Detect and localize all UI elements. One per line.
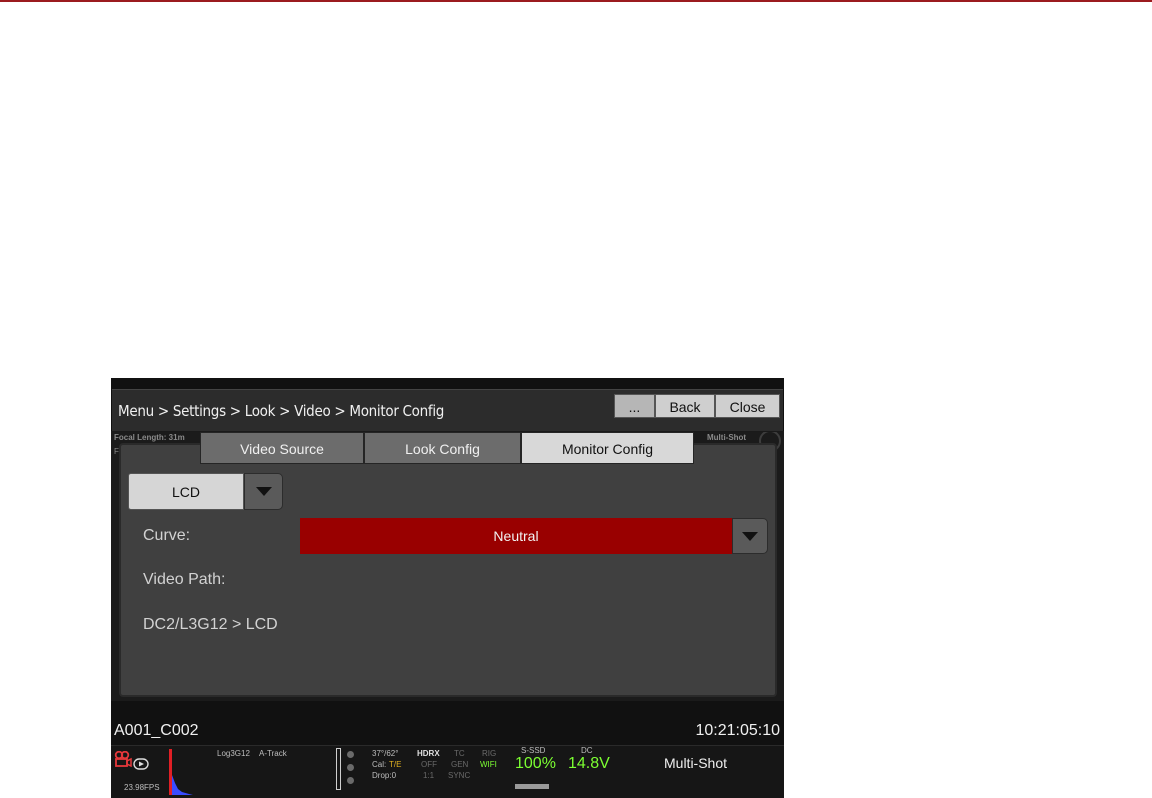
status-bar: 23.98FPS Log3G12 A-Track 37°/62° Cal: T/…: [111, 745, 784, 798]
media-label: S-SSD: [521, 746, 546, 755]
menu-header: Menu > Settings > Look > Video > Monitor…: [112, 389, 783, 432]
indicator-dot: [347, 764, 354, 771]
hdrx-ratio: 1:1: [423, 771, 435, 780]
mode-overlay: Multi-Shot: [707, 433, 747, 442]
temperature-readout: 37°/62°: [372, 749, 399, 758]
hdrx-label: HDRX: [417, 749, 440, 758]
tab-look-config[interactable]: Look Config: [364, 432, 521, 464]
wifi-status: WIFI: [480, 760, 497, 769]
indicator-dot: [347, 777, 354, 784]
device-dropdown-button[interactable]: [244, 473, 283, 510]
drop-readout: Drop:0: [372, 771, 397, 780]
tab-bar: Video Source Look Config Monitor Config: [200, 432, 694, 464]
focal-length-overlay: Focal Length: 31m: [114, 433, 185, 442]
tab-video-source[interactable]: Video Source: [200, 432, 364, 464]
histogram-icon: [169, 749, 193, 795]
video-path-value: DC2/L3G12 > LCD: [143, 616, 278, 633]
back-button[interactable]: Back: [655, 394, 715, 418]
rig-label: RIG: [482, 749, 497, 758]
voltage-readout: 14.8V: [568, 755, 610, 772]
more-button[interactable]: ...: [614, 394, 655, 418]
monitor-device-select[interactable]: LCD: [128, 473, 283, 510]
tc-value: GEN: [451, 760, 469, 769]
media-badge: [515, 784, 549, 789]
tab-monitor-config[interactable]: Monitor Config: [521, 432, 694, 464]
indicator-dot: [347, 751, 354, 758]
record-camera-icon[interactable]: [114, 751, 132, 767]
close-button[interactable]: Close: [715, 394, 780, 418]
fps-readout: 23.98FPS: [124, 783, 160, 792]
tc-label: TC: [454, 749, 465, 758]
curve-label: Curve:: [143, 527, 191, 544]
hdrx-value: OFF: [421, 760, 437, 769]
top-rule: [0, 0, 1152, 2]
track-readout: A-Track: [259, 749, 287, 758]
monitor-device-value[interactable]: LCD: [128, 473, 244, 510]
video-path-label: Video Path:: [143, 571, 226, 588]
timecode: 10:21:05:10: [695, 722, 780, 739]
play-icon[interactable]: [133, 758, 149, 770]
chevron-down-icon: [255, 487, 272, 496]
cal-value: T/E: [389, 760, 402, 769]
camera-screen: Focal Length: 31m F Multi-Shot Menu > Se…: [111, 378, 784, 798]
clip-name: A001_C002: [114, 722, 199, 739]
curve-dropdown-button[interactable]: [732, 518, 768, 554]
look-readout: Log3G12: [217, 749, 250, 758]
mode-label: Multi-Shot: [664, 755, 728, 771]
cal-label: Cal:: [372, 760, 387, 769]
power-label: DC: [581, 746, 593, 755]
breadcrumb: Menu > Settings > Look > Video > Monitor…: [118, 402, 445, 420]
curve-select[interactable]: Neutral: [300, 518, 732, 554]
media-percent: 100%: [515, 755, 556, 772]
audio-meter: [336, 748, 341, 790]
chevron-down-icon: [742, 531, 758, 541]
tc-sync: SYNC: [448, 771, 471, 780]
